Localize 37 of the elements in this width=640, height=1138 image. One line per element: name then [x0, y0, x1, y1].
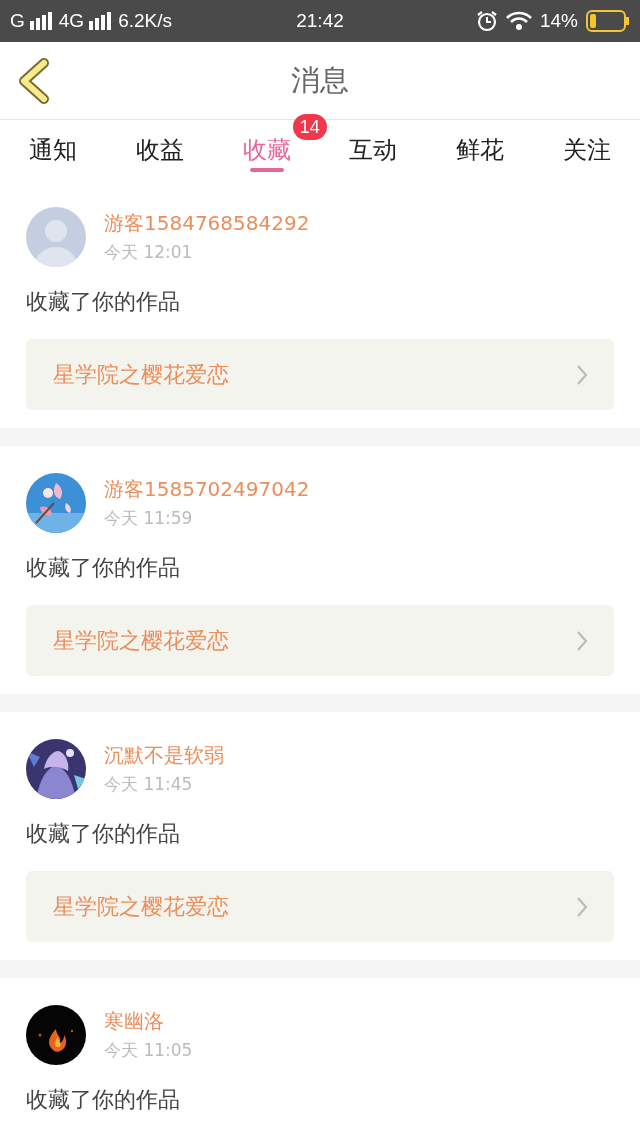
page-title: 消息 — [291, 61, 349, 99]
message-text: 收藏了你的作品 — [26, 554, 181, 582]
tab[interactable]: 收藏 — [242, 120, 291, 174]
alarm-icon — [476, 10, 498, 32]
clock-time: 21:42 — [296, 10, 344, 31]
message-time: 今天 11:05 — [104, 1039, 193, 1062]
tab[interactable]: 通知 — [29, 120, 78, 174]
work-link[interactable]: 星学院之樱花爱恋 — [26, 605, 614, 676]
carrier-label: G — [10, 10, 25, 32]
chevron-icon — [576, 895, 588, 918]
speed-label: 6.2K/s — [118, 10, 172, 32]
user-name[interactable]: 沉默不是软弱 — [104, 742, 224, 769]
message-text: 收藏了你的作品 — [26, 1086, 181, 1114]
tab[interactable]: 互动 — [349, 120, 398, 174]
work-link[interactable]: 星学院之樱花爱恋 — [26, 339, 614, 410]
chevron-icon — [576, 363, 588, 386]
user-name[interactable]: 寒幽洛 — [104, 1008, 193, 1035]
message-time: 今天 12:01 — [104, 241, 194, 264]
user-name[interactable]: 游客1585702497042 — [104, 476, 310, 503]
signal-icon — [89, 12, 114, 30]
message-text: 收藏了你的作品 — [26, 820, 181, 848]
message-text: 收藏了你的作品 — [26, 288, 181, 316]
tab[interactable]: 收益 — [136, 120, 184, 174]
message-time: 今天 11:59 — [104, 507, 194, 530]
count-badge: 14 — [292, 114, 327, 140]
tab[interactable]: 鲜花 — [456, 120, 504, 174]
tab[interactable]: 关注 — [562, 120, 611, 174]
network-label: 4G — [58, 10, 85, 32]
user-name[interactable]: 游客1584768584292 — [104, 210, 310, 237]
battery-icon — [586, 10, 630, 32]
battery-percent: 14% — [540, 10, 578, 32]
message-time: 今天 11:45 — [104, 773, 194, 796]
avatar-icon — [26, 207, 86, 267]
signal-icon — [29, 12, 54, 30]
wifi-icon — [506, 11, 532, 31]
work-link[interactable]: 星学院之樱花爱恋 — [26, 871, 614, 942]
chevron-icon — [576, 629, 588, 652]
